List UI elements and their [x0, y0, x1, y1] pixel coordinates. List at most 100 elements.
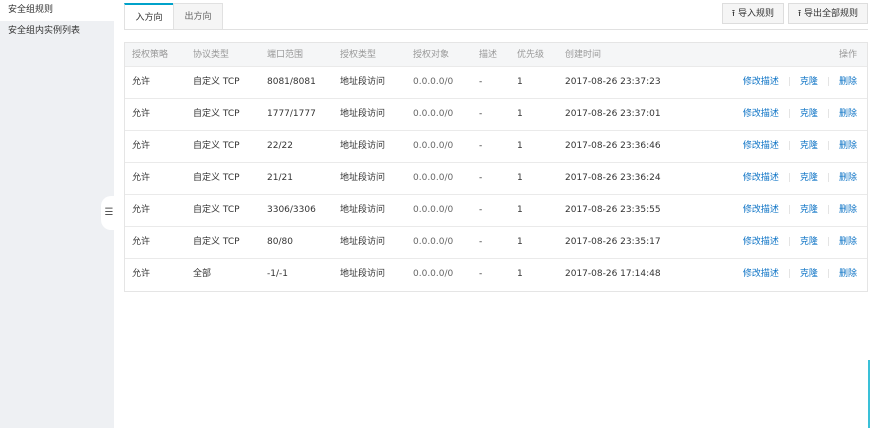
edit-description-link[interactable]: 修改描述	[743, 109, 779, 119]
cell-auth-object: 0.0.0.0/0	[413, 173, 454, 183]
cell-policy: 允许	[132, 269, 151, 279]
cell-created: 2017-08-26 23:36:46	[565, 141, 661, 151]
delete-link[interactable]: 删除	[839, 109, 857, 119]
cell-protocol: 自定义 TCP	[193, 173, 240, 183]
rules-table: 授权策略 协议类型 端口范围 授权类型 授权对象 描述 优先级 创建时间 操作 …	[124, 42, 868, 292]
cell-description: -	[479, 205, 483, 215]
separator: |	[787, 141, 791, 151]
table-row: 允许 自定义 TCP 8081/8081 地址段访问 0.0.0.0/0 - 1 2017-0…	[125, 67, 867, 99]
row-actions: 修改描述 | 克隆 | 删除	[715, 195, 867, 226]
header-policy: 授权策略	[132, 50, 169, 60]
cell-port: -1/-1	[267, 269, 288, 279]
cell-port: 80/80	[267, 237, 293, 247]
clone-link[interactable]: 克隆	[800, 205, 818, 215]
delete-link[interactable]: 删除	[839, 237, 857, 247]
cell-description: -	[479, 173, 483, 183]
header-port: 端口范围	[267, 50, 304, 60]
clone-link[interactable]: 克隆	[800, 173, 818, 183]
tab-inbound[interactable]: 入方向	[124, 3, 174, 30]
clone-link[interactable]: 克隆	[800, 77, 818, 87]
row-actions: 修改描述 | 克隆 | 删除	[715, 99, 867, 130]
edit-description-link[interactable]: 修改描述	[743, 77, 779, 87]
separator: |	[826, 109, 830, 119]
separator: |	[826, 77, 830, 87]
cell-created: 2017-08-26 17:14:48	[565, 269, 661, 279]
cell-auth-type: 地址段访问	[340, 237, 386, 247]
row-actions: 修改描述 | 克隆 | 删除	[715, 67, 867, 98]
header-priority: 优先级	[517, 50, 545, 60]
clone-link[interactable]: 克隆	[800, 269, 818, 279]
header-auth-object: 授权对象	[413, 50, 450, 60]
separator: |	[787, 269, 791, 279]
separator: |	[826, 269, 830, 279]
cell-auth-type: 地址段访问	[340, 269, 386, 279]
cell-auth-type: 地址段访问	[340, 109, 386, 119]
header-description: 描述	[479, 50, 498, 60]
import-rules-button[interactable]: ⭱ 导入规则	[721, 3, 784, 24]
cell-priority: 1	[517, 237, 523, 247]
table-row: 允许 自定义 TCP 21/21 地址段访问 0.0.0.0/0 - 1 2017-08-26…	[125, 163, 867, 195]
cell-protocol: 自定义 TCP	[193, 237, 240, 247]
edit-description-link[interactable]: 修改描述	[743, 173, 779, 183]
delete-link[interactable]: 删除	[839, 173, 857, 183]
cell-auth-type: 地址段访问	[340, 141, 386, 151]
cell-auth-object: 0.0.0.0/0	[413, 141, 454, 151]
cell-port: 3306/3306	[267, 205, 316, 215]
cell-priority: 1	[517, 109, 523, 119]
cell-auth-object: 0.0.0.0/0	[413, 109, 454, 119]
cell-port: 1777/1777	[267, 109, 316, 119]
cell-port: 22/22	[267, 141, 293, 151]
cell-auth-type: 地址段访问	[340, 173, 386, 183]
cell-description: -	[479, 141, 483, 151]
table-row: 允许 全部 -1/-1 地址段访问 0.0.0.0/0 - 1 2017-08-26 17:1…	[125, 259, 867, 291]
cell-protocol: 自定义 TCP	[193, 205, 240, 215]
cell-created: 2017-08-26 23:37:01	[565, 109, 661, 119]
delete-link[interactable]: 删除	[839, 77, 857, 87]
row-actions: 修改描述 | 克隆 | 删除	[715, 163, 867, 194]
sidebar-item-rules[interactable]: 安全组规则	[0, 0, 114, 21]
cell-policy: 允许	[132, 173, 151, 183]
cell-created: 2017-08-26 23:35:17	[565, 237, 661, 247]
cell-description: -	[479, 77, 483, 87]
table-row: 允许 自定义 TCP 22/22 地址段访问 0.0.0.0/0 - 1 2017-08-26…	[125, 131, 867, 163]
edit-description-link[interactable]: 修改描述	[743, 205, 779, 215]
delete-link[interactable]: 删除	[839, 141, 857, 151]
cell-protocol: 全部	[193, 269, 212, 279]
cell-description: -	[479, 109, 483, 119]
cell-auth-object: 0.0.0.0/0	[413, 77, 454, 87]
cell-priority: 1	[517, 77, 523, 87]
header-protocol: 协议类型	[193, 50, 230, 60]
sidebar: 安全组规则 安全组内实例列表	[0, 0, 114, 428]
edit-description-link[interactable]: 修改描述	[743, 237, 779, 247]
upload-icon: ⭱	[797, 9, 802, 19]
export-rules-button[interactable]: ⭱ 导出全部规则	[787, 3, 868, 24]
cell-auth-type: 地址段访问	[340, 77, 386, 87]
cell-policy: 允许	[132, 109, 151, 119]
cell-port: 21/21	[267, 173, 293, 183]
table-header: 授权策略 协议类型 端口范围 授权类型 授权对象 描述 优先级 创建时间 操作	[125, 43, 867, 67]
row-actions: 修改描述 | 克隆 | 删除	[715, 259, 867, 291]
cell-policy: 允许	[132, 205, 151, 215]
cell-protocol: 自定义 TCP	[193, 141, 240, 151]
row-actions: 修改描述 | 克隆 | 删除	[715, 131, 867, 162]
clone-link[interactable]: 克隆	[800, 141, 818, 151]
cell-priority: 1	[517, 141, 523, 151]
delete-link[interactable]: 删除	[839, 269, 857, 279]
row-actions: 修改描述 | 克隆 | 删除	[715, 227, 867, 258]
edit-description-link[interactable]: 修改描述	[743, 269, 779, 279]
header-created: 创建时间	[565, 50, 602, 60]
clone-link[interactable]: 克隆	[800, 109, 818, 119]
cell-auth-object: 0.0.0.0/0	[413, 205, 454, 215]
edit-description-link[interactable]: 修改描述	[743, 141, 779, 151]
separator: |	[826, 205, 830, 215]
table-row: 允许 自定义 TCP 3306/3306 地址段访问 0.0.0.0/0 - 1 2017-0…	[125, 195, 867, 227]
main: 入方向 出方向 ⭱ 导入规则 ⭱ 导出全部规则 授权策略 协议类型 端口范围 授…	[114, 0, 870, 428]
delete-link[interactable]: 删除	[839, 205, 857, 215]
header-actions: 操作	[838, 50, 857, 60]
cell-description: -	[479, 269, 483, 279]
clone-link[interactable]: 克隆	[800, 237, 818, 247]
tab-outbound[interactable]: 出方向	[173, 3, 223, 30]
cell-port: 8081/8081	[267, 77, 316, 87]
cell-created: 2017-08-26 23:35:55	[565, 205, 661, 215]
sidebar-item-instances[interactable]: 安全组内实例列表	[0, 21, 114, 42]
